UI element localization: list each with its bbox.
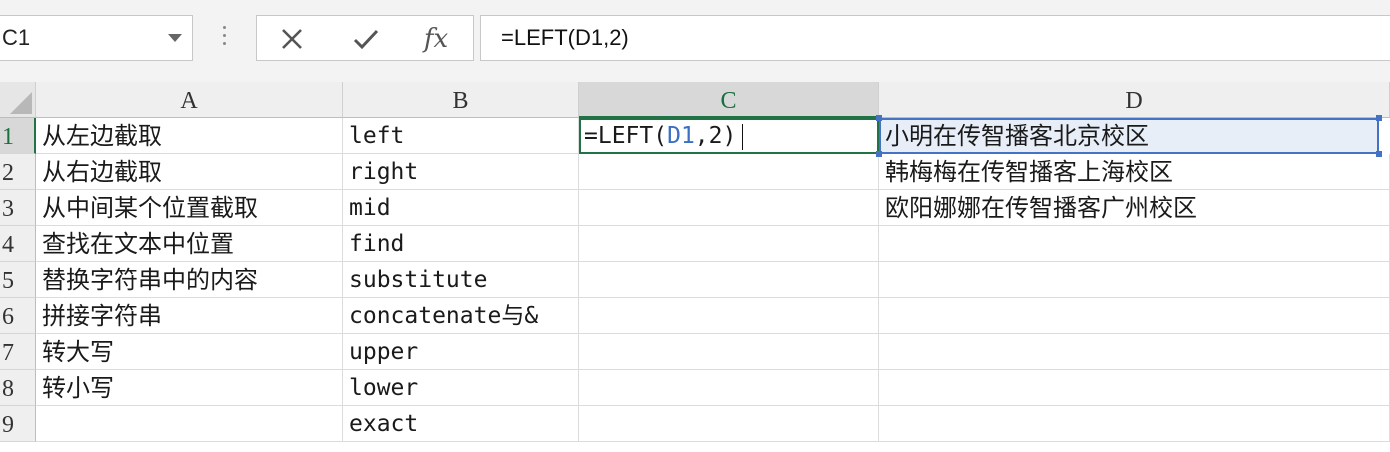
cell-c2[interactable] [579, 154, 879, 190]
cell-c5[interactable] [579, 262, 879, 298]
close-icon [282, 29, 302, 49]
cell-b5[interactable]: substitute [343, 262, 579, 298]
cancel-button[interactable] [267, 21, 317, 57]
cell-d2[interactable]: 韩梅梅在传智播客上海校区 [879, 154, 1390, 190]
spreadsheet-grid: A B C D 1 2 3 4 5 6 7 8 9 从左边截取 从右边截取 从中… [0, 82, 1390, 452]
name-box[interactable]: C1 [0, 15, 193, 61]
formula-controls: fx [256, 15, 474, 61]
cell-a2[interactable]: 从右边截取 [36, 154, 343, 190]
row-header-8[interactable]: 8 [0, 370, 36, 406]
cell-c8[interactable] [579, 370, 879, 406]
cell-b8[interactable]: lower [343, 370, 579, 406]
chevron-down-icon[interactable] [168, 34, 182, 42]
enter-button[interactable] [341, 21, 391, 57]
row-header-5[interactable]: 5 [0, 262, 36, 298]
cell-a8[interactable]: 转小写 [36, 370, 343, 406]
fx-label: fx [423, 24, 449, 54]
cell-d7[interactable] [879, 334, 1390, 370]
row-header-9[interactable]: 9 [0, 406, 36, 442]
cell-d1-referenced[interactable]: 小明在传智播客北京校区 [879, 118, 1379, 154]
row-header-3[interactable]: 3 [0, 190, 36, 226]
cell-b6[interactable]: concatenate与& [343, 298, 579, 334]
cell-c7[interactable] [579, 334, 879, 370]
row-header-2[interactable]: 2 [0, 154, 36, 190]
cell-b2[interactable]: right [343, 154, 579, 190]
cell-d6[interactable] [879, 298, 1390, 334]
cell-d4[interactable] [879, 226, 1390, 262]
edit-text-suffix: ,2) [694, 123, 737, 149]
cell-b3[interactable]: mid [343, 190, 579, 226]
name-box-value: C1 [2, 25, 31, 50]
cell-a4[interactable]: 查找在文本中位置 [36, 226, 343, 262]
cell-c3[interactable] [579, 190, 879, 226]
select-all-button[interactable] [0, 82, 36, 118]
cell-d8[interactable] [879, 370, 1390, 406]
cell-c4[interactable] [579, 226, 879, 262]
text-caret [742, 123, 744, 150]
formula-bar-area: C1 fx =LEFT(D1,2) [0, 0, 1390, 82]
formula-text: =LEFT(D1,2) [501, 25, 629, 50]
edit-text-reference: D1 [667, 123, 695, 149]
cell-a1[interactable]: 从左边截取 [36, 118, 343, 154]
cell-a5[interactable]: 替换字符串中的内容 [36, 262, 343, 298]
cell-a3[interactable]: 从中间某个位置截取 [36, 190, 343, 226]
formula-input[interactable]: =LEFT(D1,2) [480, 15, 1390, 61]
drag-handle-icon[interactable] [222, 26, 228, 50]
column-header-b[interactable]: B [343, 82, 579, 118]
cell-d9[interactable] [879, 406, 1390, 442]
cell-c9[interactable] [579, 406, 879, 442]
cell-d5[interactable] [879, 262, 1390, 298]
cell-c6[interactable] [579, 298, 879, 334]
column-header-c[interactable]: C [579, 82, 879, 118]
cell-a9[interactable] [36, 406, 343, 442]
cell-b1[interactable]: left [343, 118, 579, 154]
insert-function-button[interactable]: fx [411, 21, 461, 57]
row-header-1[interactable]: 1 [0, 118, 36, 154]
row-header-4[interactable]: 4 [0, 226, 36, 262]
cell-c1-editing[interactable]: =LEFT(D1,2) [579, 118, 879, 154]
cell-a7[interactable]: 转大写 [36, 334, 343, 370]
row-header-6[interactable]: 6 [0, 298, 36, 334]
column-header-d[interactable]: D [879, 82, 1390, 118]
cell-d3[interactable]: 欧阳娜娜在传智播客广州校区 [879, 190, 1390, 226]
check-icon [353, 29, 379, 50]
cell-b9[interactable]: exact [343, 406, 579, 442]
cell-b4[interactable]: find [343, 226, 579, 262]
cell-a6[interactable]: 拼接字符串 [36, 298, 343, 334]
reference-handle-top-right[interactable] [1376, 115, 1382, 121]
edit-text-prefix: =LEFT( [584, 123, 668, 149]
cell-b7[interactable]: upper [343, 334, 579, 370]
reference-handle-top-left[interactable] [876, 115, 882, 121]
column-header-a[interactable]: A [36, 82, 343, 118]
row-header-7[interactable]: 7 [0, 334, 36, 370]
